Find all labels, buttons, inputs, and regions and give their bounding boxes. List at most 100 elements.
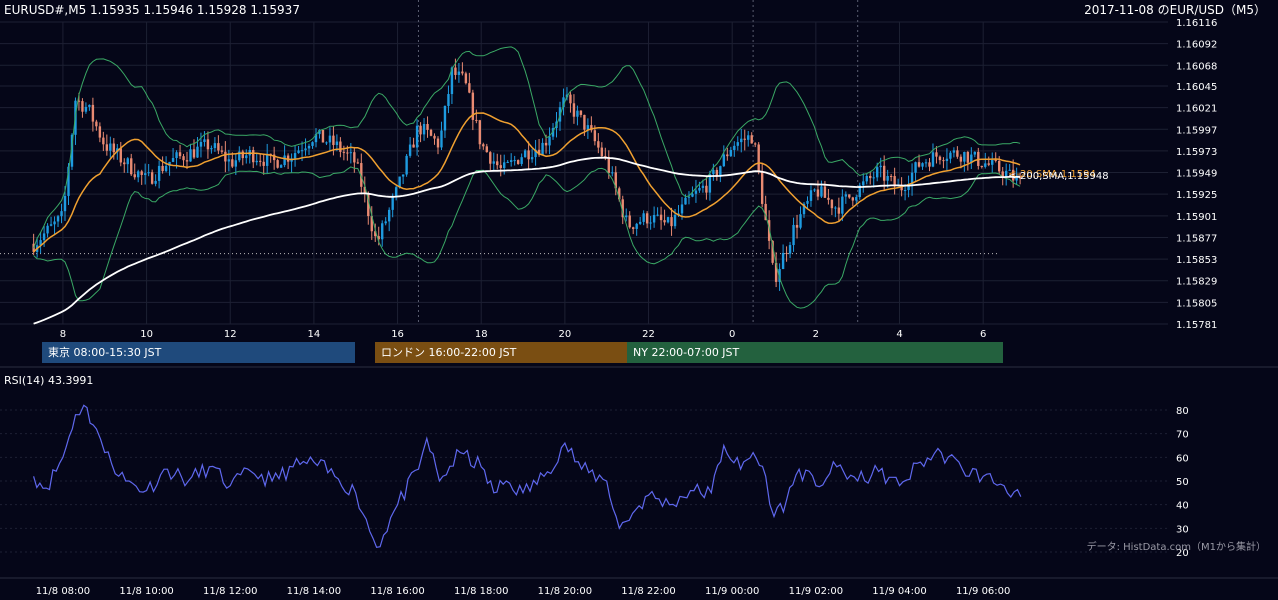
price-x-tick-label: 12 (224, 329, 237, 340)
candle-body (419, 125, 422, 135)
chart-title: 2017-11-08 のEUR/USD（M5） (1084, 3, 1266, 17)
candle-body (712, 169, 715, 175)
candle-body (889, 175, 893, 177)
candle-body (736, 142, 739, 146)
price-x-tick-label: 6 (980, 329, 986, 340)
candle-body (143, 173, 147, 175)
candle-body (869, 175, 872, 179)
candle-body (475, 119, 478, 121)
candle-body (91, 104, 95, 122)
candle-body (914, 162, 917, 173)
rsi-x-tick-label: 11/8 10:00 (119, 586, 173, 597)
candle-body (806, 200, 809, 204)
rsi-y-tick-label: 80 (1176, 406, 1189, 417)
price-y-tick-label: 1.15781 (1176, 320, 1217, 331)
candle-body (998, 160, 1001, 172)
candle-body (293, 153, 297, 159)
candle-body (956, 150, 959, 157)
rsi-x-tick-label: 11/9 04:00 (872, 586, 926, 597)
candle-body (799, 214, 802, 228)
candle-body (931, 152, 935, 167)
candle-body (631, 227, 635, 229)
candle-body (673, 214, 677, 227)
rsi-line (33, 404, 1022, 548)
session-bar-tokyo: 東京 08:00-15:30 JST (42, 342, 355, 363)
candle-body (405, 155, 408, 175)
candle-body (342, 151, 346, 153)
candle-body (917, 162, 921, 167)
candle-body (984, 163, 987, 167)
candle-body (102, 137, 105, 145)
candle-body (670, 217, 673, 227)
rsi-y-tick-label: 50 (1176, 477, 1189, 488)
candle-body (820, 186, 823, 197)
candle-body (140, 171, 143, 175)
candle-body (694, 190, 698, 194)
rsi-x-tick-label: 11/8 14:00 (287, 586, 341, 597)
price-x-tick-label: 0 (729, 329, 735, 340)
candle-body (938, 156, 942, 161)
price-y-tick-label: 1.15805 (1176, 298, 1217, 309)
candle-body (642, 213, 645, 222)
rsi-x-tick-label: 11/8 22:00 (621, 586, 675, 597)
candle-body (865, 175, 868, 182)
price-x-tick-label: 14 (308, 329, 321, 340)
candle-body (192, 149, 196, 158)
price-x-tick-label: 16 (391, 329, 404, 340)
candle-body (304, 148, 307, 151)
candle-body (408, 144, 412, 156)
candle-body (809, 190, 813, 201)
candle-body (161, 165, 164, 172)
candle-body (227, 159, 231, 162)
candle-body (213, 143, 217, 149)
candle-body (265, 153, 269, 166)
candle-body (541, 142, 544, 155)
rsi-x-tick-label: 11/8 20:00 (538, 586, 592, 597)
price-y-tick-label: 1.15949 (1176, 169, 1217, 180)
candle-body (262, 161, 265, 166)
candle-body (959, 156, 963, 162)
candle-body (81, 101, 84, 112)
candle-body (276, 160, 279, 168)
candle-body (496, 161, 499, 166)
candle-body (353, 152, 356, 163)
candle-body (715, 169, 719, 176)
candle-body (394, 187, 398, 198)
candle-body (325, 142, 328, 144)
candle-body (60, 211, 63, 217)
price-x-tick-label: 10 (140, 329, 153, 340)
candle-body (841, 196, 844, 214)
price-y-tick-label: 1.16045 (1176, 82, 1217, 93)
candle-body (509, 160, 513, 162)
candle-body (680, 204, 684, 214)
candle-body (987, 163, 990, 165)
candle-body (245, 155, 248, 159)
candle-body (973, 151, 977, 155)
candle-body (816, 189, 820, 197)
candle-body (447, 94, 450, 106)
candle-body (848, 194, 851, 198)
candle-body (175, 152, 178, 159)
price-y-tick-label: 1.15973 (1176, 147, 1217, 158)
candle-body (311, 142, 314, 146)
price-x-tick-label: 20 (559, 329, 572, 340)
candle-body (196, 146, 199, 158)
candle-body (583, 114, 586, 130)
candle-body (468, 83, 471, 93)
candle-body (795, 224, 799, 228)
candle-body (572, 103, 576, 117)
candle-body (499, 165, 502, 169)
candle-body (157, 165, 161, 181)
candle-body (576, 110, 579, 117)
candle-body (851, 197, 855, 201)
candle-body (579, 110, 583, 115)
candle-body (56, 216, 60, 222)
rsi-x-tick-label: 11/9 02:00 (789, 586, 843, 597)
candle-body (760, 171, 764, 204)
price-x-tick-label: 22 (642, 329, 655, 340)
candle-body (443, 105, 447, 131)
candle-body (649, 222, 652, 224)
candle-body (503, 162, 506, 169)
candle-body (440, 130, 443, 148)
session-bar-london: ロンドン 16:00-22:00 JST (375, 342, 627, 363)
